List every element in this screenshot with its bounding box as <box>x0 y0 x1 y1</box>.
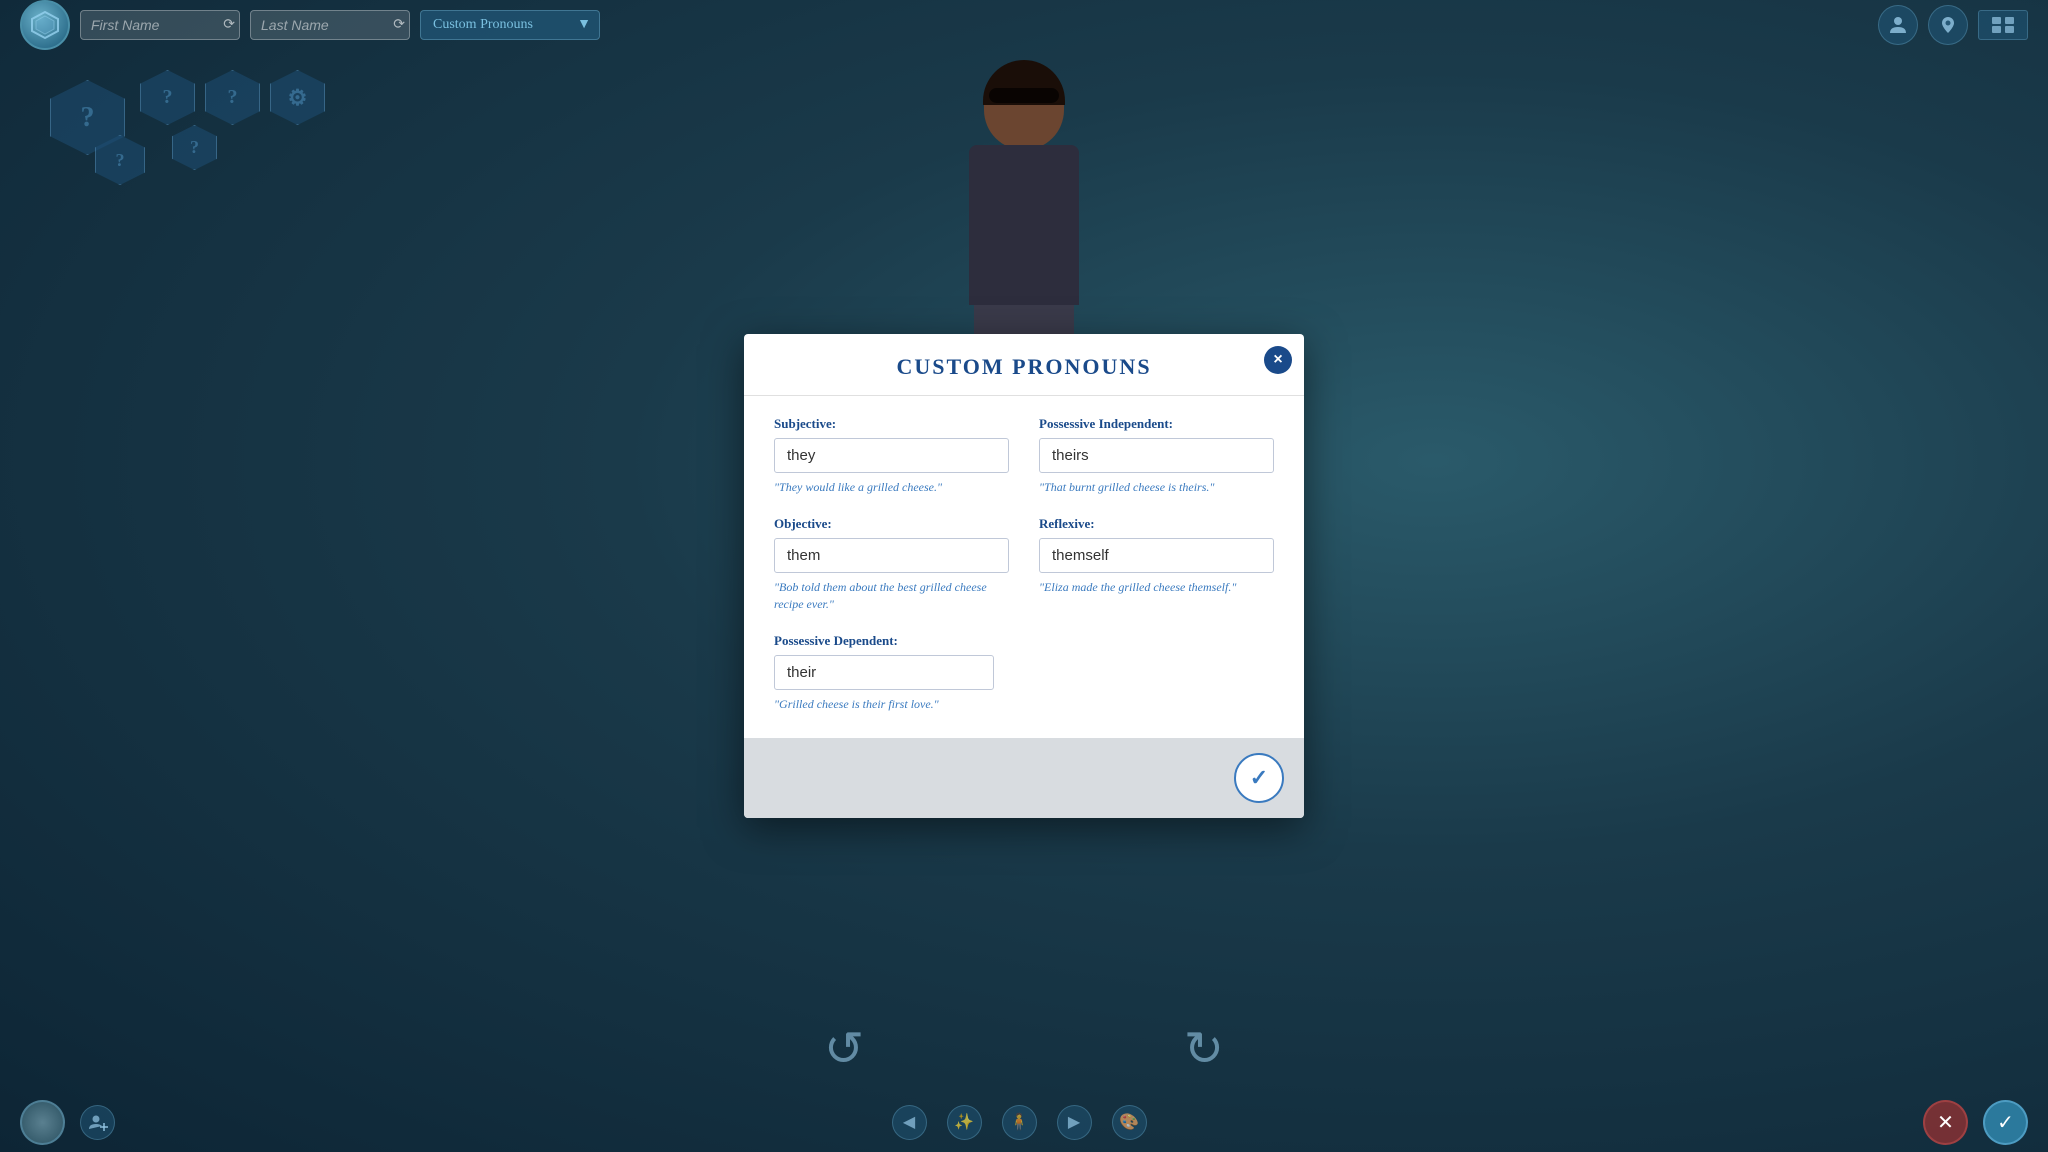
possessive-dependent-input[interactable] <box>774 655 994 690</box>
objective-field-group: Objective: "Bob told them about the best… <box>774 516 1009 613</box>
checkmark-icon: ✓ <box>1250 765 1268 791</box>
reflexive-field-group: Reflexive: "Eliza made the grilled chees… <box>1039 516 1274 613</box>
subjective-example: "They would like a grilled cheese." <box>774 479 1009 496</box>
modal-body: Subjective: "They would like a grilled c… <box>744 396 1304 737</box>
objective-label: Objective: <box>774 516 1009 532</box>
possessive-independent-example: "That burnt grilled cheese is theirs." <box>1039 479 1274 496</box>
reflexive-input[interactable] <box>1039 538 1274 573</box>
modal-overlay: Custom Pronouns × Subjective: "They woul… <box>0 0 2048 1152</box>
possessive-dependent-label: Possessive Dependent: <box>774 633 1009 649</box>
objective-input[interactable] <box>774 538 1009 573</box>
reflexive-label: Reflexive: <box>1039 516 1274 532</box>
objective-example: "Bob told them about the best grilled ch… <box>774 579 1009 613</box>
possessive-dependent-field-group: Possessive Dependent: "Grilled cheese is… <box>774 633 1009 713</box>
subjective-input[interactable] <box>774 438 1009 473</box>
modal-confirm-button[interactable]: ✓ <box>1234 753 1284 803</box>
subjective-label: Subjective: <box>774 416 1009 432</box>
possessive-dependent-example: "Grilled cheese is their first love." <box>774 696 1009 713</box>
modal-title: Custom Pronouns <box>774 354 1274 380</box>
possessive-independent-field-group: Possessive Independent: "That burnt gril… <box>1039 416 1274 496</box>
reflexive-example: "Eliza made the grilled cheese themself.… <box>1039 579 1274 596</box>
modal-close-button[interactable]: × <box>1264 346 1292 374</box>
custom-pronouns-modal: Custom Pronouns × Subjective: "They woul… <box>744 334 1304 817</box>
modal-footer: ✓ <box>744 738 1304 818</box>
modal-header: Custom Pronouns × <box>744 334 1304 396</box>
possessive-independent-label: Possessive Independent: <box>1039 416 1274 432</box>
subjective-field-group: Subjective: "They would like a grilled c… <box>774 416 1009 496</box>
possessive-independent-input[interactable] <box>1039 438 1274 473</box>
